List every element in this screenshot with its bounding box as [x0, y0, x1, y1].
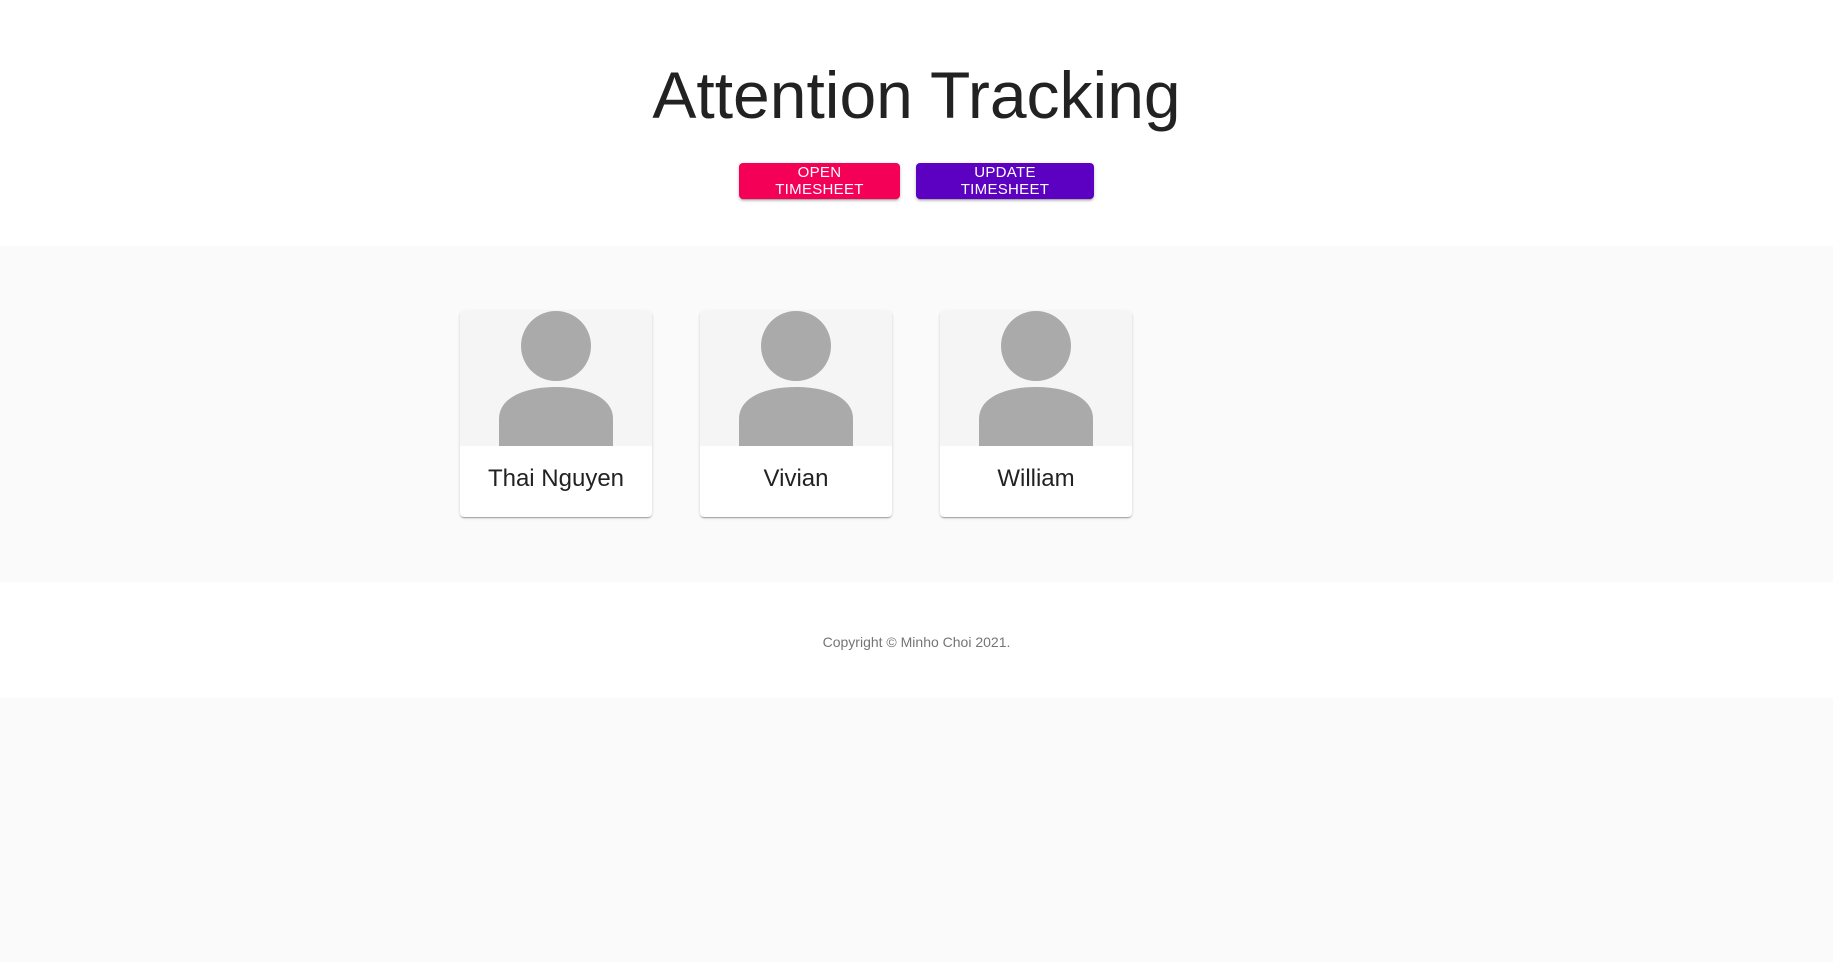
person-placeholder-icon	[499, 311, 613, 446]
open-timesheet-button[interactable]: OPEN TIMESHEET	[739, 163, 900, 199]
page-footer: Copyright © Minho Choi 2021.	[0, 582, 1833, 698]
avatar	[700, 311, 892, 446]
person-placeholder-icon	[979, 311, 1093, 446]
avatar	[460, 311, 652, 446]
person-name: Thai Nguyen	[487, 465, 625, 492]
update-timesheet-button[interactable]: UPDATE TIMESHEET	[916, 163, 1094, 199]
person-placeholder-icon	[739, 311, 853, 446]
people-list: Thai Nguyen Vivian William	[460, 311, 1132, 517]
copyright-text: Copyright © Minho Choi 2021.	[822, 634, 1011, 650]
person-card[interactable]: Vivian	[700, 311, 892, 517]
page-title: Attention Tracking	[652, 58, 1181, 132]
avatar	[940, 311, 1132, 446]
person-card[interactable]: William	[940, 311, 1132, 517]
page-header: Attention Tracking OPEN TIMESHEET UPDATE…	[0, 0, 1833, 246]
person-name: William	[997, 465, 1075, 492]
people-section: Thai Nguyen Vivian William	[0, 246, 1833, 582]
header-actions: OPEN TIMESHEET UPDATE TIMESHEET	[0, 163, 1833, 199]
person-card[interactable]: Thai Nguyen	[460, 311, 652, 517]
person-name: Vivian	[763, 465, 829, 492]
